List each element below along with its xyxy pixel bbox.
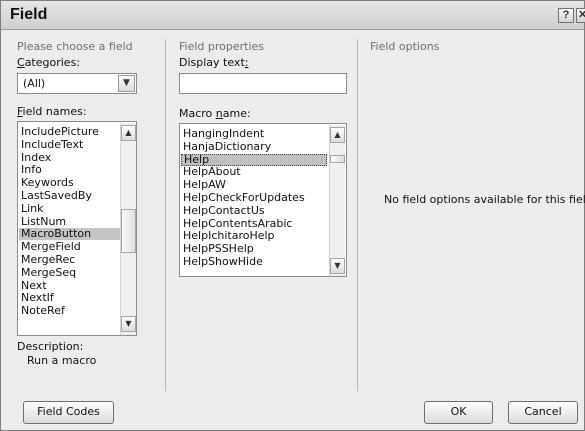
title-bar: Field ? ✕	[1, 1, 585, 30]
list-item[interactable]: HelpCheckForUpdates	[183, 192, 305, 204]
list-item[interactable]: MergeRec	[21, 254, 75, 266]
macro-name-label: Macro name:	[179, 107, 251, 120]
chevron-down-icon[interactable]: ▼	[118, 75, 135, 92]
scroll-down-icon[interactable]: ▼	[121, 316, 136, 332]
field-names-scrollbar[interactable]: ▲ ▼	[120, 123, 136, 335]
list-item[interactable]: MergeSeq	[21, 266, 76, 279]
display-text-input[interactable]	[179, 73, 347, 94]
no-options-message: No field options available for this fiel…	[384, 193, 585, 206]
field-properties-heading: Field properties	[179, 40, 265, 53]
field-names-list[interactable]: IncludePicture IncludeText Index Info Keywor…	[17, 121, 137, 336]
list-item[interactable]: HelpIchitaroHelp	[183, 230, 275, 242]
categories-label: Categories:	[17, 56, 81, 69]
list-item[interactable]: HelpAW	[183, 179, 226, 191]
list-item[interactable]: HelpContentsArabic	[183, 217, 292, 230]
field-dialog: Field ? ✕ Please choose a field Categori…	[0, 0, 585, 431]
list-item[interactable]: Keywords	[21, 177, 74, 189]
list-item[interactable]: NextIf	[21, 292, 54, 304]
scroll-up-icon[interactable]: ▲	[330, 127, 345, 143]
scroll-thumb[interactable]	[330, 155, 345, 163]
list-item[interactable]: Info	[21, 164, 42, 176]
list-item[interactable]: HelpAbout	[183, 166, 241, 178]
list-item[interactable]: MacroButton	[19, 228, 135, 241]
list-item[interactable]: NoteRef	[21, 305, 65, 317]
description-text: Run a macro	[27, 354, 97, 367]
field-options-heading: Field options	[370, 40, 440, 53]
list-item[interactable]: MergeField	[21, 241, 81, 253]
list-item[interactable]: Link	[21, 202, 44, 215]
help-icon[interactable]: ?	[558, 8, 574, 23]
field-names-label: Field names:	[17, 105, 87, 118]
cancel-button[interactable]: Cancel	[508, 401, 578, 424]
list-item[interactable]: IncludeText	[21, 138, 83, 151]
list-item[interactable]: HelpContactUs	[183, 204, 265, 217]
macro-name-scrollbar[interactable]: ▲ ▼	[329, 125, 345, 276]
list-item[interactable]: Help	[181, 153, 327, 166]
list-item[interactable]: HelpShowHide	[183, 256, 263, 268]
description-label: Description:	[17, 340, 84, 353]
list-item[interactable]: HelpPSSHelp	[183, 243, 254, 255]
display-text-label: Display text:	[179, 56, 249, 69]
macro-name-list[interactable]: HangingIndent HanjaDictionary Help HelpAbou…	[179, 123, 347, 277]
list-item[interactable]: IncludePicture	[21, 126, 99, 138]
divider-right	[357, 39, 358, 391]
scroll-thumb[interactable]	[121, 209, 136, 253]
list-item[interactable]: LastSavedBy	[21, 190, 92, 202]
divider-left	[165, 39, 166, 391]
scroll-down-icon[interactable]: ▼	[330, 258, 345, 274]
dialog-title: Field	[10, 6, 48, 23]
choose-field-heading: Please choose a field	[17, 40, 133, 53]
list-item[interactable]: Next	[21, 279, 47, 292]
list-item[interactable]: Index	[21, 151, 51, 164]
field-codes-button[interactable]: Field Codes	[23, 401, 114, 424]
close-icon[interactable]: ✕	[576, 8, 585, 23]
categories-value: (All)	[23, 77, 46, 90]
ok-button[interactable]: OK	[424, 401, 493, 424]
list-item[interactable]: HanjaDictionary	[183, 140, 271, 153]
scroll-up-icon[interactable]: ▲	[121, 125, 136, 141]
list-item[interactable]: HangingIndent	[183, 128, 264, 140]
categories-dropdown[interactable]: (All) ▼	[17, 73, 137, 94]
list-item[interactable]: ListNum	[21, 215, 66, 228]
